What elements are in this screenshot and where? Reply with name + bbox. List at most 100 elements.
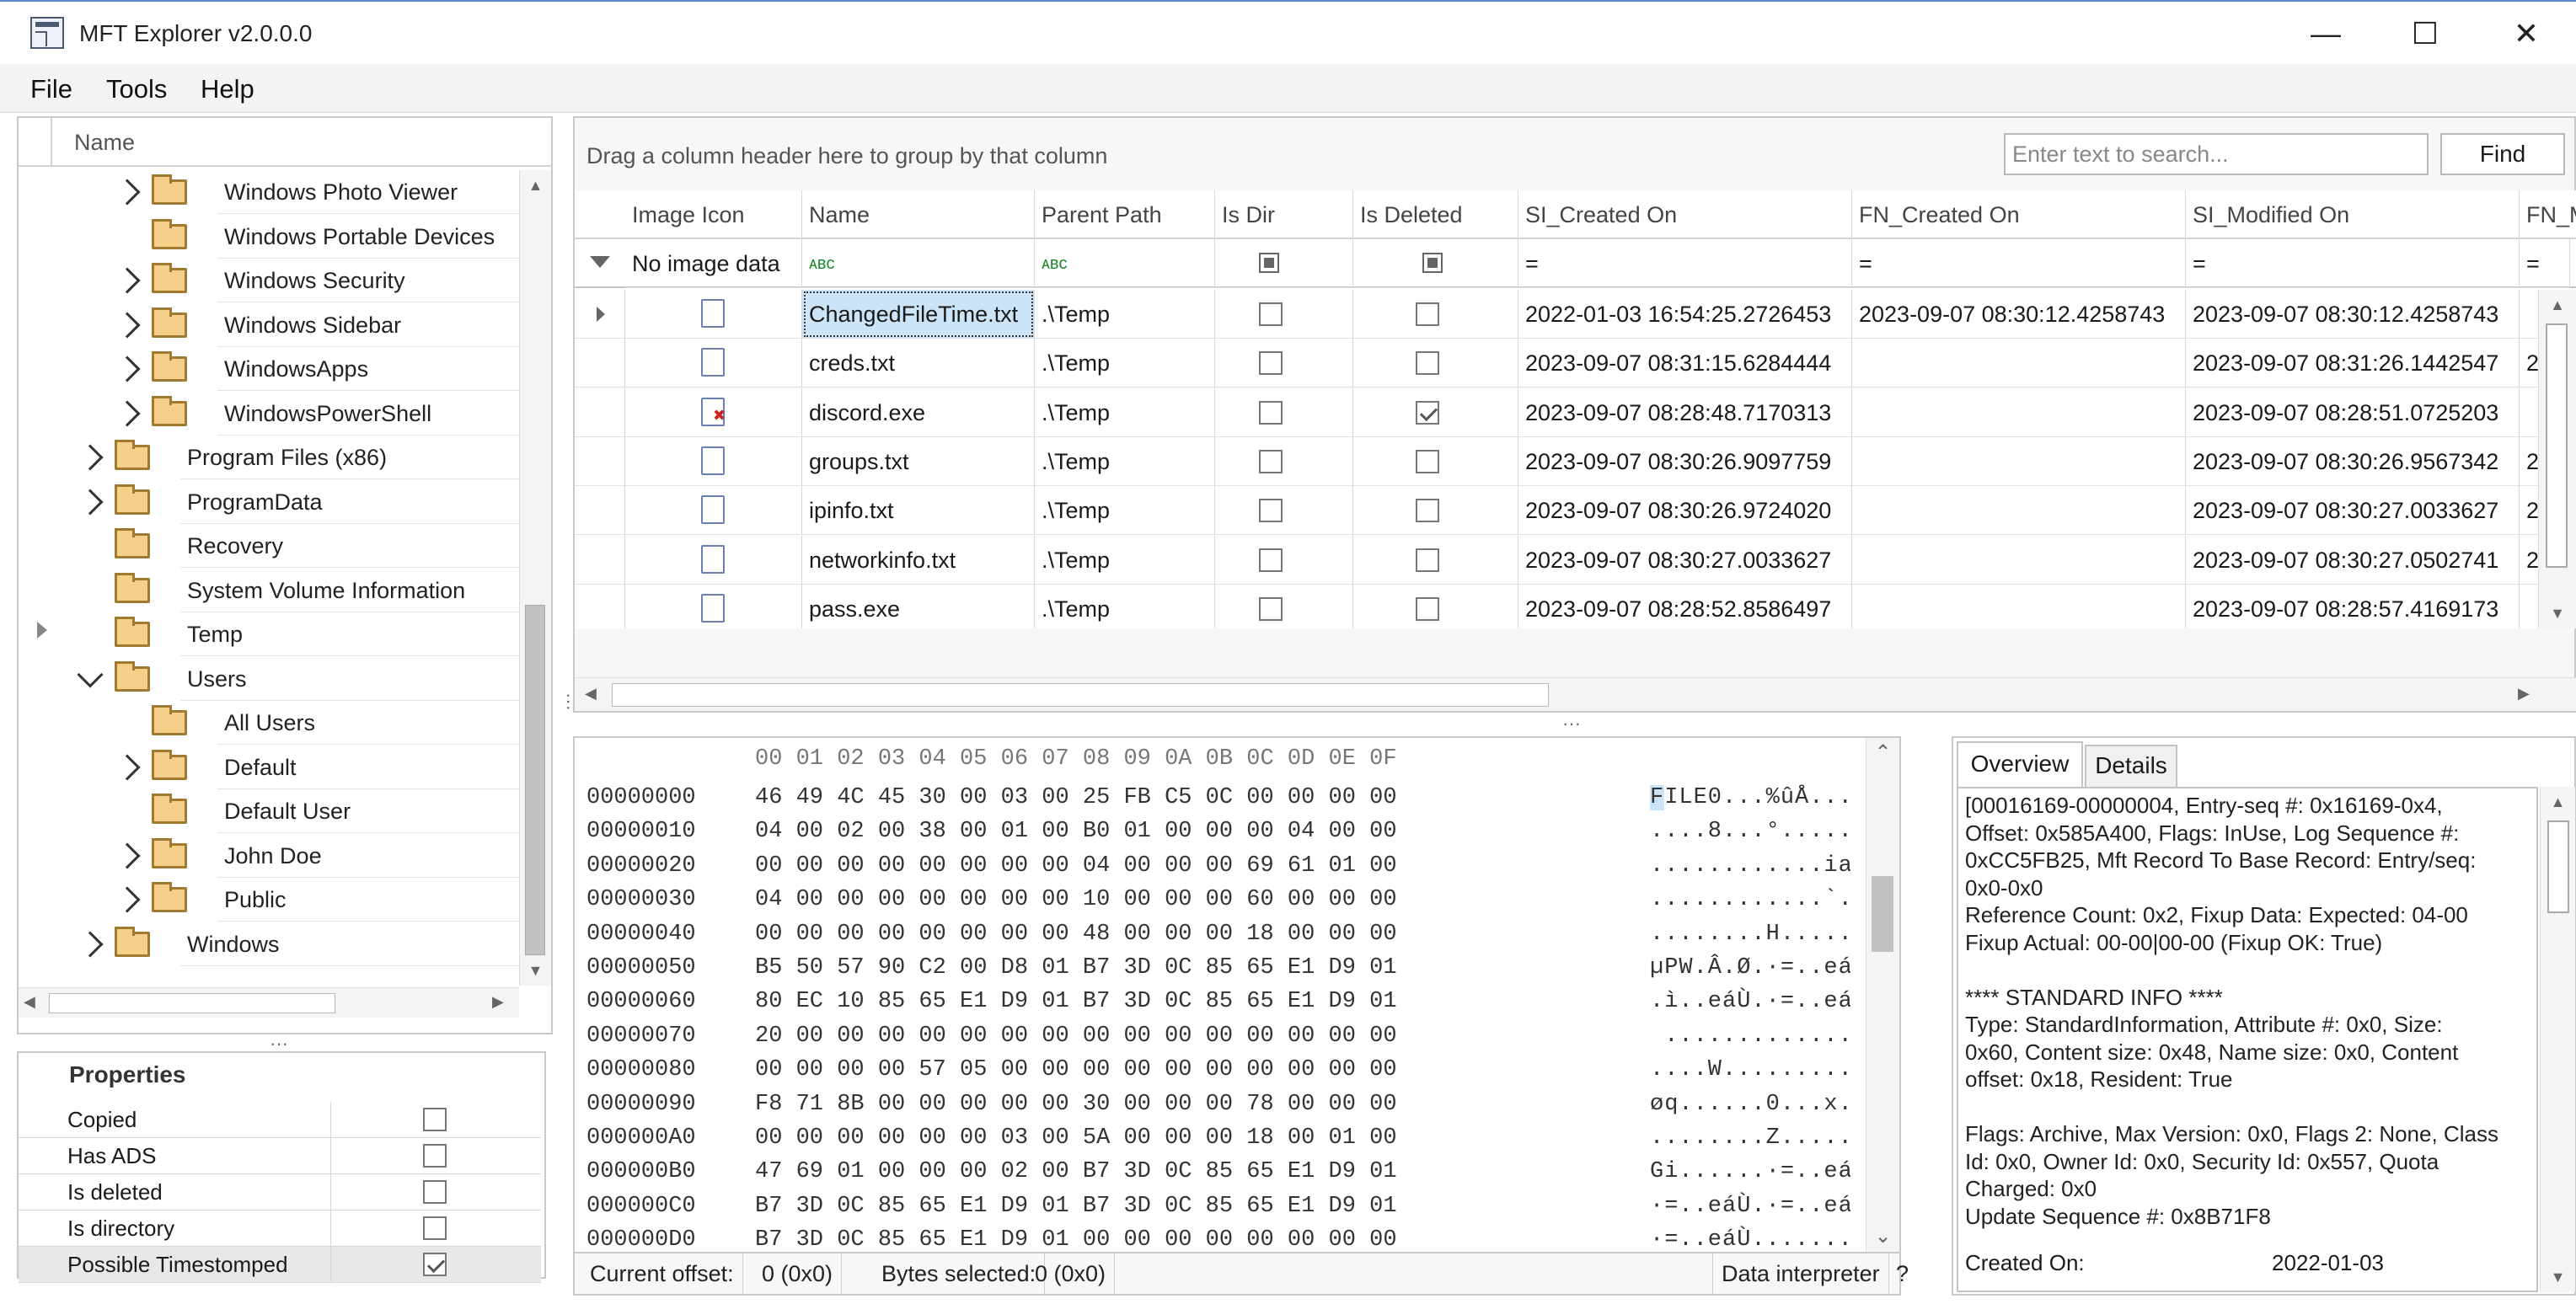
grid-vertical-scrollbar[interactable]: ▲ ▼ [2538,290,2576,628]
hex-bytes[interactable]: 00 00 00 00 00 00 00 00 04 00 00 00 69 6… [755,853,1397,879]
hex-row[interactable]: 000000D0 B7 3D 0C 85 65 E1 D9 01 00 00 00… [586,1224,1850,1250]
tree-item[interactable]: Public [19,878,519,922]
overview-vertical-scrollbar[interactable]: ▲ ▼ [2540,787,2575,1292]
close-button[interactable]: ✕ [2480,10,2573,57]
row-checkbox[interactable] [1416,548,1439,572]
data-interpreter-button[interactable]: Data interpreter [1712,1253,1889,1294]
is-dir-cell[interactable] [1215,486,1353,536]
is-deleted-cell[interactable] [1353,290,1518,339]
is-deleted-cell[interactable] [1353,339,1518,388]
tree-hscroll-thumb[interactable] [49,993,335,1013]
search-input[interactable]: Enter text to search... [2004,133,2429,175]
tree-item[interactable]: Windows [19,922,519,966]
si-modified-cell[interactable]: 2023-09-07 08:30:26.9567342 [2186,436,2520,486]
si-created-cell[interactable]: 2022-01-03 16:54:25.2726453 [1518,290,1852,339]
si-created-cell[interactable]: 2023-09-07 08:31:15.6284444 [1518,339,1852,388]
hex-bytes[interactable]: B7 3D 0C 85 65 E1 D9 01 00 00 00 00 00 0… [755,1227,1397,1250]
chevron-down-icon[interactable]: ⌄ [1866,1221,1899,1252]
hex-body[interactable]: 00000000 46 49 4C 45 30 00 03 00 25 FB C5… [586,782,1850,1250]
parent-path-cell[interactable]: .\Temp [1035,290,1215,339]
is-deleted-cell[interactable] [1353,584,1518,628]
hex-ascii[interactable]: ........H....... [1650,922,1850,947]
si-modified-cell[interactable]: 2023-09-07 08:30:27.0502741 [2186,535,2520,585]
tree-item[interactable]: Windows Security [19,259,519,302]
hex-bytes[interactable]: 04 00 00 00 00 00 00 00 10 00 00 00 60 0… [755,887,1397,912]
name-cell[interactable]: networkinfo.txt [802,535,1035,585]
hex-bytes[interactable]: 00 00 00 00 00 00 00 00 48 00 00 00 18 0… [755,922,1397,947]
hex-bytes[interactable]: 80 EC 10 85 65 E1 D9 01 B7 3D 0C 85 65 E… [755,989,1397,1014]
hex-ascii[interactable]: ·=..eáÙ.·=..eáÙ. [1650,1194,1850,1219]
row-checkbox[interactable] [1259,449,1283,473]
hex-row[interactable]: 00000010 04 00 02 00 38 00 01 00 B0 01 00… [586,815,1850,849]
name-cell[interactable]: groups.txt [802,436,1035,486]
filter-fn-created[interactable]: = [1852,239,2186,288]
row-checkbox[interactable] [1416,596,1439,621]
hex-ascii[interactable]: øq......0...x... [1650,1092,1850,1117]
hex-ascii[interactable]: ....8...°....... [1650,819,1850,844]
find-button[interactable]: Find [2440,133,2565,175]
hex-ascii[interactable]: ....W........... [1650,1057,1850,1082]
hex-bytes[interactable]: B7 3D 0C 85 65 E1 D9 01 B7 3D 0C 85 65 E… [755,1194,1397,1219]
hex-ascii[interactable]: µPW.Â.Ø.·=..eáÙ. [1650,955,1850,981]
property-checkbox[interactable] [423,1108,447,1131]
filter-fn-modified[interactable]: = [2520,239,2570,288]
si-modified-cell[interactable]: 2023-09-07 08:30:12.4258743 [2186,290,2520,339]
help-button[interactable]: ? [1896,1253,1909,1294]
hex-bytes[interactable]: 46 49 4C 45 30 00 03 00 25 FB C5 0C 00 0… [755,785,1397,810]
si-created-cell[interactable]: 2023-09-07 08:28:52.8586497 [1518,584,1852,628]
filter-is-deleted[interactable] [1353,239,1518,288]
chevron-right-icon[interactable] [114,179,141,206]
column-header[interactable]: FN_Modi [2520,190,2576,239]
row-checkbox[interactable] [1259,499,1283,523]
tree-item[interactable]: Recovery [19,524,519,568]
si-created-cell[interactable]: 2023-09-07 08:28:48.7170313 [1518,387,1852,437]
property-checkbox[interactable] [423,1144,447,1168]
tree-item[interactable]: Default [19,746,519,789]
hex-ascii[interactable]: ........Z....... [1650,1125,1850,1151]
hex-ascii[interactable]: ............... [1650,1023,1850,1049]
tree-item[interactable]: WindowsPowerShell [19,392,519,436]
parent-path-cell[interactable]: .\Temp [1035,339,1215,388]
tree-header-name[interactable]: Name [74,130,135,156]
row-checkbox[interactable] [1416,449,1439,473]
row-checkbox[interactable] [1416,400,1439,425]
fn-created-cell[interactable] [1852,387,2186,437]
hex-ascii[interactable]: ............`... [1650,887,1850,912]
table-row[interactable]: groups.txt .\Temp 2023-09-07 08:30:26.9097… [575,436,2576,486]
table-row[interactable]: pass.exe .\Temp 2023-09-07 08:28:52.858649… [575,584,2538,628]
chevron-right-icon[interactable] [114,842,141,869]
fn-created-cell[interactable] [1852,339,2186,388]
grid-hscroll-thumb[interactable] [612,683,1549,707]
column-header[interactable]: Is Dir [1215,190,1353,239]
tree-item[interactable]: Default User [19,789,519,833]
hex-row[interactable]: 00000080 00 00 00 00 57 05 00 00 00 00 00… [586,1054,1850,1088]
hex-bytes[interactable]: 20 00 00 00 00 00 00 00 00 00 00 00 00 0… [755,1023,1397,1049]
tree-item[interactable]: Users [19,657,519,701]
chevron-right-icon[interactable] [114,886,141,913]
menu-help[interactable]: Help [201,74,254,104]
column-header[interactable]: SI_Created On [1518,190,1852,239]
hex-row[interactable]: 000000C0 B7 3D 0C 85 65 E1 D9 01 B7 3D 0C… [586,1190,1850,1224]
hex-ascii[interactable]: Gi......·=..eáÙ. [1650,1159,1850,1184]
fn-created-cell[interactable] [1852,436,2186,486]
table-row[interactable]: ✖ discord.exe .\Temp 2023-09-07 08:28:48.71… [575,387,2576,437]
is-deleted-cell[interactable] [1353,436,1518,486]
property-checkbox[interactable] [423,1253,447,1276]
chevron-right-icon[interactable] [114,311,141,339]
row-checkbox[interactable] [1416,351,1439,376]
hex-row[interactable]: 00000020 00 00 00 00 00 00 00 00 04 00 00… [586,850,1850,884]
row-checkbox[interactable] [1416,499,1439,523]
si-modified-cell[interactable]: 2023-09-07 08:28:51.0725203 [2186,387,2520,437]
name-cell[interactable]: discord.exe [802,387,1035,437]
table-row[interactable]: creds.txt .\Temp 2023-09-07 08:31:15.62844… [575,339,2576,388]
si-modified-cell[interactable]: 2023-09-07 08:31:26.1442547 [2186,339,2520,388]
menu-file[interactable]: File [30,74,72,104]
column-header[interactable]: Image Icon [625,190,802,239]
hex-bytes[interactable]: 00 00 00 00 57 05 00 00 00 00 00 00 00 0… [755,1057,1397,1082]
tree-item[interactable]: John Doe [19,834,519,878]
tree-item[interactable]: WindowsApps [19,347,519,391]
scroll-left-icon[interactable]: ◀ [585,685,597,703]
tree-item[interactable]: Windows Photo Viewer [19,170,519,214]
scroll-up-icon[interactable]: ▲ [2539,290,2576,320]
scroll-left-icon[interactable]: ◀ [24,993,35,1011]
